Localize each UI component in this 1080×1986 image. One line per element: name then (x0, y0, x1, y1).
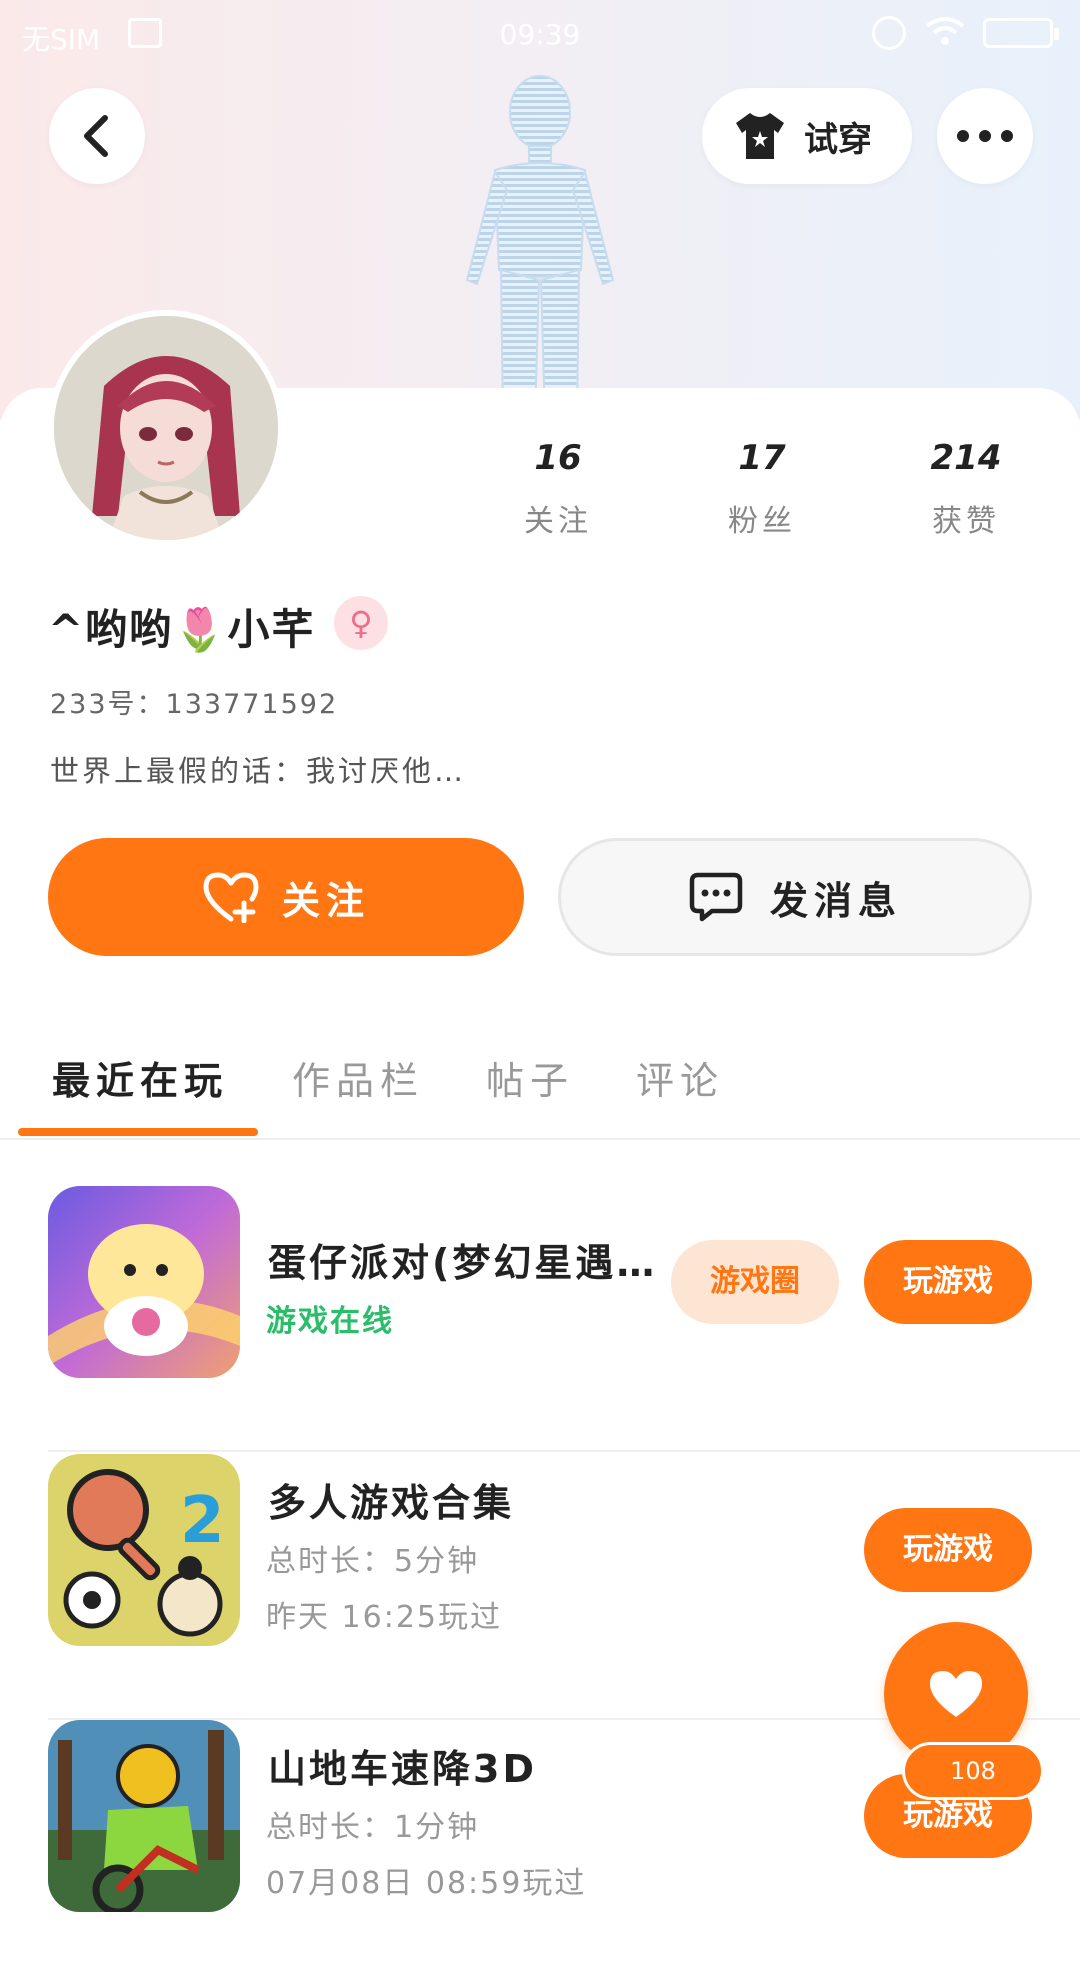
game-total-duration: 总时长：1分钟 (266, 1810, 480, 1845)
try-on-button[interactable]: 试穿 (702, 88, 912, 184)
game-total-duration: 总时长：5分钟 (266, 1544, 480, 1579)
user-id: 233号：133771592 (50, 689, 339, 720)
username: ^哟哟🌷小芊 (48, 605, 316, 654)
tab-comments[interactable]: 评论 (636, 1050, 724, 1105)
play-game-button[interactable]: 玩游戏 (864, 1508, 1032, 1592)
game-last-played: 07月08日 08:59玩过 (266, 1866, 587, 1901)
stat-likes[interactable]: 214 获赞 (886, 438, 1046, 540)
like-count-badge: 108 (902, 1742, 1044, 1800)
play-game-button[interactable]: 玩游戏 (864, 1240, 1032, 1324)
game-title: 多人游戏合集 (268, 1481, 515, 1525)
wifi-icon (925, 17, 965, 45)
status-bar: 无SIM 09:39 (0, 0, 1080, 70)
send-message-button[interactable]: 发消息 (558, 838, 1032, 956)
stat-label: 获赞 (932, 504, 1000, 539)
svg-text:2: 2 (180, 1484, 225, 1558)
send-message-label: 发消息 (769, 878, 902, 923)
game-icon-mountain-bike-3d (48, 1720, 240, 1912)
more-dot-icon (957, 130, 969, 142)
tshirt-icon (736, 113, 784, 159)
game-list-item[interactable]: 蛋仔派对(梦幻星遇… 游戏在线 游戏圈 玩游戏 (0, 1186, 1080, 1452)
female-gender-icon: ♀ (334, 596, 388, 650)
stat-following[interactable]: 16 关注 (478, 438, 638, 540)
follow-button[interactable]: 关注 (48, 838, 524, 956)
avatar-portrait (54, 316, 278, 540)
more-dot-icon (1001, 130, 1013, 142)
profile-tabs: 最近在玩 作品栏 帖子 评论 (0, 1030, 1080, 1140)
clock: 09:39 (499, 18, 581, 51)
tab-recently-played[interactable]: 最近在玩 (52, 1050, 228, 1105)
bio: 世界上最假的话：我讨厌他… (50, 754, 467, 788)
game-circle-button[interactable]: 游戏圈 (671, 1240, 839, 1324)
battery-icon (983, 18, 1059, 48)
heart-plus-icon (203, 872, 259, 923)
follow-label: 关注 (281, 878, 370, 923)
tab-posts[interactable]: 帖子 (486, 1050, 574, 1105)
stat-value: 16 (534, 438, 582, 478)
avatar-figure-illustration (465, 75, 615, 420)
more-dot-icon (979, 130, 991, 142)
avatar[interactable] (48, 310, 284, 546)
stat-value: 214 (930, 438, 1002, 478)
active-tab-indicator (18, 1128, 258, 1136)
tab-works[interactable]: 作品栏 (292, 1050, 424, 1105)
chevron-left-icon (84, 115, 108, 157)
game-online-status: 游戏在线 (266, 1304, 394, 1339)
game-title: 山地车速降3D (268, 1747, 537, 1791)
game-title: 蛋仔派对(梦幻星遇… (268, 1241, 658, 1285)
more-options-button[interactable] (937, 88, 1033, 184)
game-icon-eggy-party (48, 1186, 240, 1378)
row-divider (48, 1450, 1080, 1452)
stat-label: 关注 (524, 504, 592, 539)
heart-icon (930, 1671, 982, 1717)
back-button[interactable] (49, 88, 145, 184)
try-on-label: 试穿 (804, 119, 872, 160)
game-icon-multiplayer-collection: 2 (48, 1454, 240, 1646)
stat-label: 粉丝 (728, 504, 796, 539)
stat-value: 17 (738, 438, 786, 478)
stat-followers[interactable]: 17 粉丝 (682, 438, 842, 540)
alarm-icon (872, 16, 906, 50)
game-last-played: 昨天 16:25玩过 (266, 1600, 502, 1635)
chat-bubble-icon (689, 872, 743, 922)
